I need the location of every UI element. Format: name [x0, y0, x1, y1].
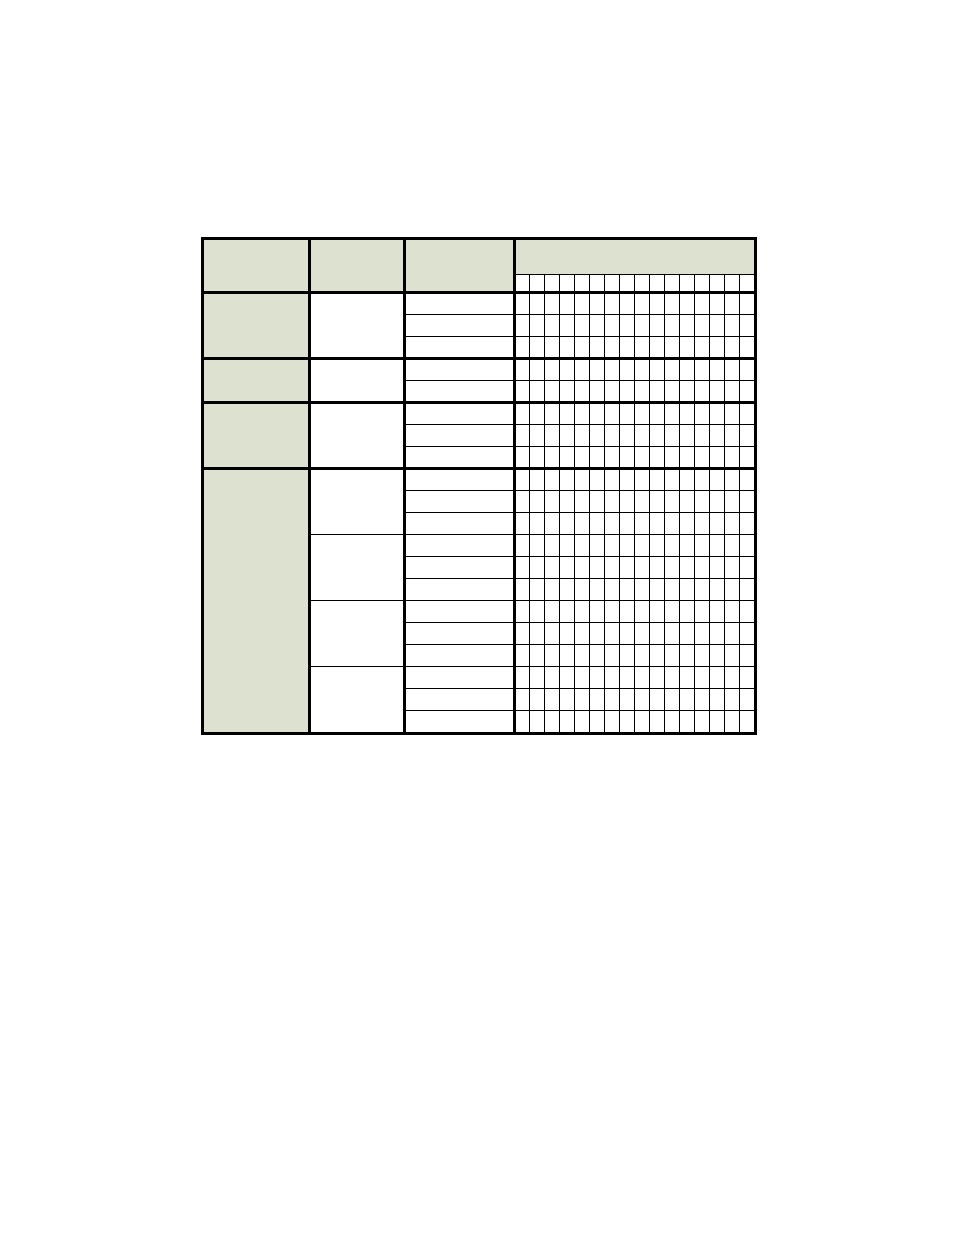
section-3-c2-0 — [404, 402, 514, 424]
section-4-sub0-row-1 — [204, 468, 754, 490]
section-4-sub2-c2-2 — [404, 644, 514, 666]
section-4-sub0-c2-0 — [404, 468, 514, 490]
section-4-sub3-c2-2 — [404, 710, 514, 732]
section-4-sub0-c1 — [309, 468, 404, 534]
section-2-row-1 — [204, 358, 754, 380]
grid-row — [516, 491, 755, 512]
section-4-sub3-c2-0 — [404, 666, 514, 688]
section-2-c2-0 — [404, 358, 514, 380]
section-3-c2-1 — [404, 424, 514, 446]
grid-row — [516, 294, 755, 314]
section-1-c1 — [309, 292, 404, 358]
grid-row — [516, 645, 755, 666]
header-row-2 — [204, 274, 754, 292]
section-1-c2-2 — [404, 336, 514, 358]
section-4-sub0-c2-1 — [404, 490, 514, 512]
section-4-sub2-c2-1 — [404, 622, 514, 644]
section-4-sub3-c2-1 — [404, 688, 514, 710]
section-4-sub0-c2-2 — [404, 512, 514, 534]
section-4-sub2-c1 — [309, 600, 404, 666]
grid-row — [516, 425, 755, 446]
grid-row — [516, 447, 755, 467]
section-1-label — [204, 292, 309, 358]
section-1-row-1 — [204, 292, 754, 314]
header-row-1 — [204, 240, 754, 274]
grid-row — [516, 360, 755, 380]
section-1-c2-1 — [404, 314, 514, 336]
grid-row — [516, 601, 755, 622]
grid-row — [516, 579, 755, 600]
data-table — [201, 237, 757, 735]
grid-row — [516, 381, 755, 401]
header-cell-2 — [404, 240, 514, 274]
section-2-c2-1 — [404, 380, 514, 402]
grid-row — [516, 689, 755, 710]
section-3-c2-2 — [404, 446, 514, 468]
grid-row — [516, 315, 755, 336]
grid-row — [516, 513, 755, 534]
grid-row — [516, 711, 755, 733]
grid-row — [516, 623, 755, 644]
section-4-label — [204, 468, 309, 732]
section-3-label — [204, 402, 309, 468]
section-3-row-1 — [204, 402, 754, 424]
grid-row — [516, 535, 755, 556]
section-4-sub2-c2-0 — [404, 600, 514, 622]
header-cell-1 — [309, 240, 404, 274]
grid-row — [516, 557, 755, 578]
section-2-c1 — [309, 358, 404, 402]
grid-row — [516, 667, 755, 688]
grid-row — [516, 337, 755, 357]
section-4-sub1-c2-0 — [404, 534, 514, 556]
header-cell-3 — [514, 240, 754, 274]
section-4-sub1-c2-2 — [404, 578, 514, 600]
section-4-sub3-c1 — [309, 666, 404, 732]
section-4-sub1-c2-1 — [404, 556, 514, 578]
section-2-label — [204, 358, 309, 402]
header-grid-row — [516, 275, 755, 291]
section-1-c2-0 — [404, 292, 514, 314]
section-3-c1 — [309, 402, 404, 468]
grid-row — [516, 404, 755, 424]
header-cell-0 — [204, 240, 309, 274]
grid-row — [516, 470, 755, 490]
section-4-sub1-c1 — [309, 534, 404, 600]
